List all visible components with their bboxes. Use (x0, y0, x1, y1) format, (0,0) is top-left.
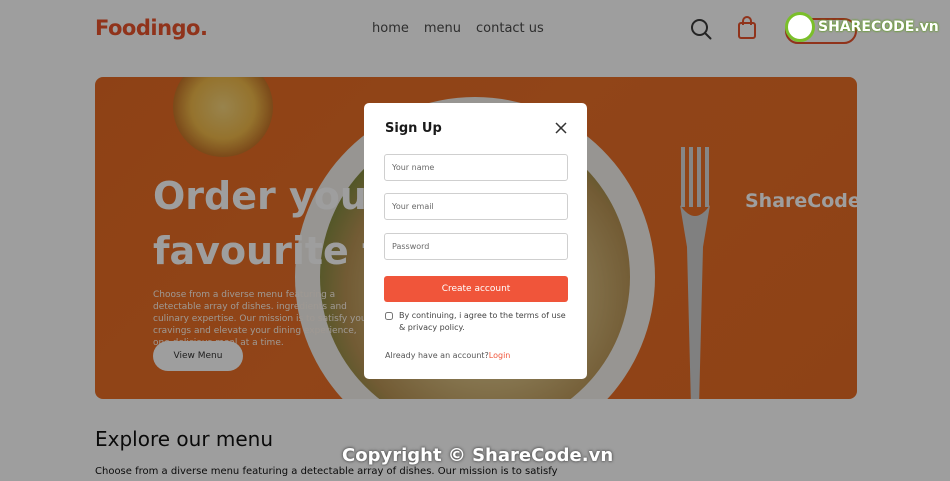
modal-title: Sign Up (385, 121, 442, 136)
login-link[interactable]: Login (489, 351, 511, 360)
copyright-watermark: Copyright © ShareCode.vn (342, 445, 614, 466)
email-input[interactable] (384, 193, 568, 220)
create-account-button[interactable]: Create account (384, 276, 568, 302)
terms-label: By continuing, i agree to the terms of u… (399, 311, 566, 332)
terms-checkbox[interactable] (385, 312, 393, 320)
sharecode-logo-icon (785, 12, 815, 42)
have-account-text: Already have an account? (385, 351, 489, 360)
close-icon[interactable] (554, 121, 568, 135)
sign-up-modal: Sign Up Create account By continuing, i … (364, 103, 587, 379)
name-input[interactable] (384, 154, 568, 181)
sharecode-logo-text: SHARECODE.vn (818, 19, 939, 35)
sharecode-logo: SHARECODE.vn (785, 10, 939, 44)
password-input[interactable] (384, 233, 568, 260)
login-prompt: Already have an account?Login (385, 351, 510, 360)
